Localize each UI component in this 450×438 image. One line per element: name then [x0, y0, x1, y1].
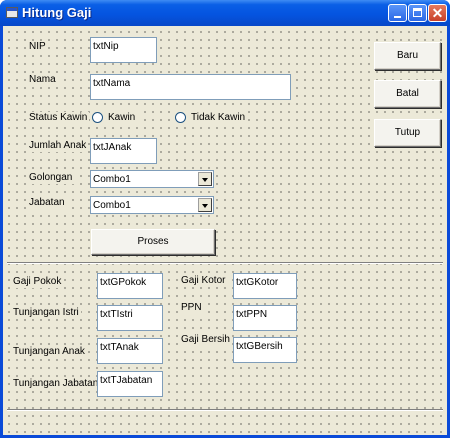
kawin-radio-circle [92, 112, 103, 123]
status-kawin-label: Status Kawin [27, 112, 90, 124]
tutup-button-label: Tutup [394, 127, 421, 138]
close-button[interactable]: ✕ [428, 4, 447, 22]
tunjangan-anak-output[interactable]: txtTAnak [97, 338, 163, 364]
tutup-button[interactable]: Tutup [374, 119, 441, 147]
maximize-button[interactable] [408, 4, 427, 22]
window-title: Hitung Gaji [22, 5, 92, 20]
jumlah-anak-label: Jumlah Anak [27, 140, 89, 152]
jabatan-combo[interactable]: Combo1 [90, 196, 214, 214]
maximize-icon [413, 8, 422, 17]
golongan-combo-value: Combo1 [93, 174, 131, 185]
tunjangan-anak-label: Tunjangan Anak [11, 346, 87, 358]
batal-button[interactable]: Batal [374, 80, 441, 108]
app-icon [6, 7, 18, 18]
tunjangan-istri-label: Tunjangan Istri [11, 307, 81, 319]
golongan-dropdown-icon[interactable] [198, 172, 212, 186]
jabatan-label: Jabatan [27, 197, 67, 209]
nama-label: Nama [27, 74, 58, 86]
gaji-bersih-label: Gaji Bersih [179, 334, 232, 346]
gaji-kotor-output[interactable]: txtGKotor [233, 273, 297, 299]
tunjangan-istri-output[interactable]: txtTIstri [97, 305, 163, 331]
tidak-kawin-radio[interactable]: Tidak Kawin [175, 111, 246, 125]
minimize-button[interactable] [388, 4, 407, 22]
golongan-label: Golongan [27, 172, 75, 184]
bottom-divider [7, 409, 443, 411]
nip-input[interactable]: txtNip [90, 37, 157, 63]
app-window: Hitung Gaji ✕ NIP txtNip Nama txtNama St… [0, 0, 450, 438]
minimize-icon [394, 16, 401, 18]
gaji-bersih-output[interactable]: txtGBersih [233, 337, 297, 363]
proses-button[interactable]: Proses [91, 229, 215, 255]
tidak-kawin-radio-label: Tidak Kawin [191, 112, 246, 123]
title-bar[interactable]: Hitung Gaji ✕ [0, 0, 450, 26]
tunjangan-jabatan-output[interactable]: txtTJabatan [97, 371, 163, 397]
baru-button-label: Baru [396, 50, 419, 61]
proses-button-label: Proses [137, 236, 169, 247]
golongan-combo[interactable]: Combo1 [90, 170, 214, 188]
close-icon: ✕ [431, 5, 444, 21]
tidak-kawin-radio-circle [175, 112, 186, 123]
gaji-kotor-label: Gaji Kotor [179, 275, 228, 287]
jabatan-dropdown-icon[interactable] [198, 198, 212, 212]
form-client-area: NIP txtNip Nama txtNama Status Kawin Kaw… [3, 26, 447, 435]
nip-label: NIP [27, 41, 48, 53]
kawin-radio-label: Kawin [108, 112, 136, 123]
baru-button[interactable]: Baru [374, 42, 441, 70]
jumlah-anak-input[interactable]: txtJAnak [90, 138, 157, 164]
nama-input[interactable]: txtNama [90, 74, 291, 100]
ppn-label: PPN [179, 302, 204, 314]
kawin-radio[interactable]: Kawin [92, 111, 143, 125]
gaji-pokok-label: Gaji Pokok [11, 276, 64, 288]
jabatan-combo-value: Combo1 [93, 200, 131, 211]
tunjangan-jabatan-label: Tunjangan Jabatan [11, 378, 101, 390]
ppn-output[interactable]: txtPPN [233, 305, 297, 331]
section-divider [7, 262, 443, 264]
gaji-pokok-output[interactable]: txtGPokok [97, 273, 163, 299]
batal-button-label: Batal [396, 88, 419, 99]
